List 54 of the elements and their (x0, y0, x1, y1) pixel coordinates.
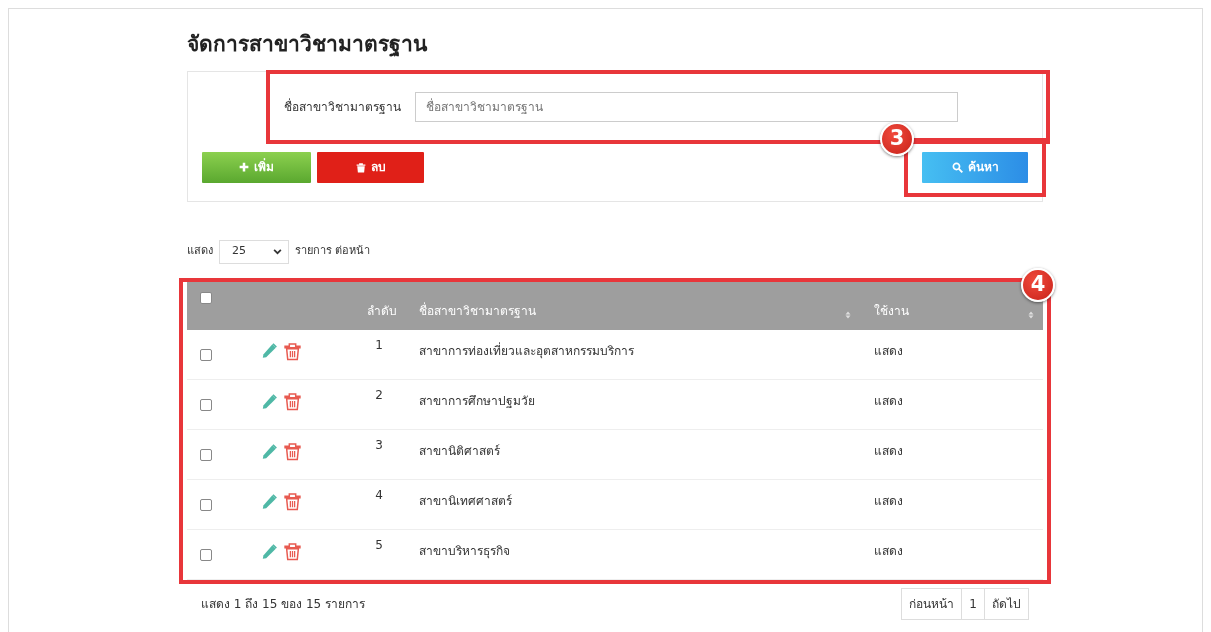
plus-icon (239, 162, 249, 172)
column-header[interactable]: ชื่อสาขาวิชามาตรฐาน (419, 301, 536, 320)
row-index: 2 (375, 388, 383, 402)
row-checkbox[interactable] (200, 399, 212, 411)
trash-icon (355, 161, 366, 173)
pencil-icon[interactable] (260, 542, 278, 561)
pencil-icon[interactable] (260, 492, 278, 511)
branch-name: สาขาการท่องเที่ยวและอุตสาหกรรมบริการ (419, 343, 634, 358)
sort-icon (1027, 309, 1035, 320)
delete-button[interactable]: ลบ (317, 151, 424, 183)
column-header[interactable]: ใช้งาน (874, 301, 909, 320)
row-checkbox[interactable] (200, 549, 212, 561)
branch-name: สาขานิติศาสตร์ (419, 444, 500, 458)
page-link[interactable]: ถัดไป (984, 589, 1028, 619)
row-index: 1 (375, 337, 383, 352)
field-label: ชื่อสาขาวิชามาตรฐาน (284, 99, 401, 114)
trash-icon[interactable] (284, 492, 301, 511)
status-text: แสดง (874, 394, 903, 408)
step-badge: 4 (1021, 267, 1055, 302)
row-index: 4 (375, 488, 383, 502)
branch-name: สาขานิเทศศาสตร์ (419, 494, 512, 508)
page-link[interactable]: ก่อนหน้า (902, 589, 962, 619)
page-link[interactable]: 1 (961, 589, 984, 619)
column-header[interactable]: ลำดับ (367, 301, 397, 320)
status-text: แสดง (874, 343, 903, 358)
step-badge: 3 (880, 121, 914, 156)
row-index: 5 (375, 538, 383, 552)
branch-name: สาขาการศึกษาปฐมวัย (419, 394, 535, 408)
pencil-icon[interactable] (260, 392, 278, 411)
page-length-label: รายการ ต่อหน้า (295, 243, 371, 260)
row-checkbox[interactable] (200, 348, 212, 361)
status-text: แสดง (874, 444, 903, 458)
row-checkbox[interactable] (200, 499, 212, 511)
chevron-down-icon (273, 247, 282, 256)
trash-icon[interactable] (284, 542, 301, 561)
status-text: แสดง (874, 494, 903, 508)
pencil-icon[interactable] (260, 342, 278, 360)
status-text: แสดง (874, 544, 903, 558)
pencil-icon[interactable] (260, 442, 278, 461)
trash-icon[interactable] (284, 341, 301, 361)
select-all-checkbox[interactable] (200, 291, 212, 304)
table-info: แสดง 1 ถึง 15 ของ 15 รายการ (201, 596, 366, 613)
page-length-select[interactable]: 25 (219, 239, 289, 264)
search-button[interactable]: ค้นหา (922, 151, 1028, 183)
branch-name: สาขาบริหารธุรกิจ (419, 544, 510, 558)
page-length-label: แสดง (187, 243, 213, 260)
search-icon (951, 161, 963, 173)
page-title: จัดการสาขาวิชามาตรฐาน (187, 31, 429, 59)
trash-icon[interactable] (284, 392, 301, 411)
search-field[interactable]: ชื่อสาขาวิชามาตรฐาน (415, 91, 958, 122)
row-index: 3 (375, 438, 383, 452)
sort-icon (844, 309, 852, 320)
trash-icon[interactable] (284, 442, 301, 461)
row-checkbox[interactable] (200, 449, 212, 461)
